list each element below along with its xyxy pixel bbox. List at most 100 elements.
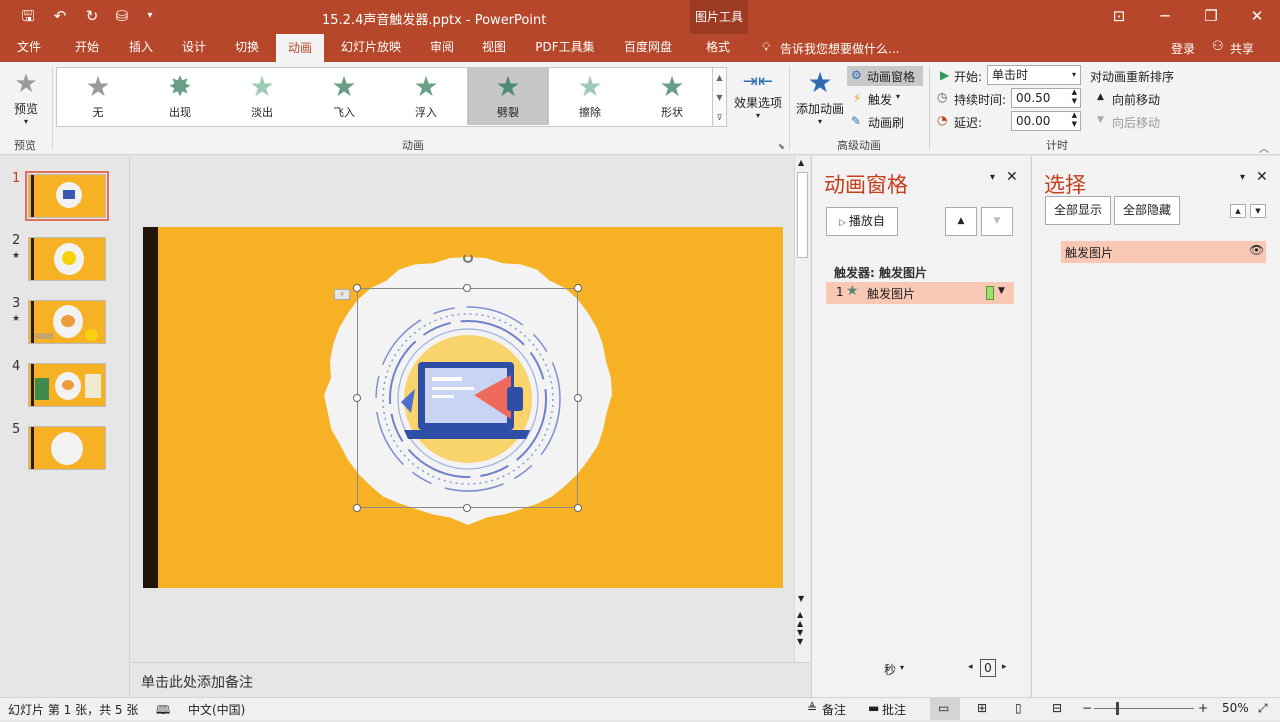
start-from-beginning-icon[interactable]: ⛁: [112, 6, 132, 26]
resize-handle[interactable]: [353, 284, 361, 292]
slideshow-icon[interactable]: ⊟: [1052, 701, 1062, 715]
preview-button[interactable]: ★ 预览 ▾: [6, 68, 46, 130]
dialog-launcher-icon[interactable]: ⬊: [778, 142, 785, 151]
tab-baidu-netdisk[interactable]: 百度网盘: [616, 34, 680, 62]
slide-thumbnail-5[interactable]: [28, 426, 106, 470]
move-down-button[interactable]: ▼: [981, 207, 1013, 236]
resize-handle[interactable]: [353, 394, 361, 402]
pane-options-icon[interactable]: ▾: [1240, 172, 1245, 183]
save-icon[interactable]: 🖫: [18, 6, 38, 26]
bring-forward-button[interactable]: ▲: [1230, 204, 1246, 218]
anim-shape[interactable]: ★ 形状: [631, 68, 713, 125]
zoom-level[interactable]: 50%: [1222, 701, 1249, 715]
tab-pdf-tools[interactable]: PDF工具集: [530, 34, 600, 62]
anim-fly-in[interactable]: ★ 飞入: [303, 68, 385, 125]
anim-appear[interactable]: ✸ 出现: [139, 68, 221, 125]
move-later-button[interactable]: 向后移动: [1112, 114, 1160, 131]
selection-item[interactable]: 触发图片 👁︎: [1061, 241, 1266, 263]
pane-options-icon[interactable]: ▾: [990, 172, 995, 183]
tab-file[interactable]: 文件: [6, 34, 52, 62]
reading-view-icon[interactable]: ▯: [1015, 701, 1022, 715]
trigger-tag-icon[interactable]: ⚡: [334, 289, 350, 300]
comments-toggle[interactable]: 批注: [882, 701, 906, 718]
restore-button[interactable]: ❐: [1188, 0, 1234, 32]
tab-view[interactable]: 视图: [472, 34, 516, 62]
vertical-scrollbar[interactable]: ▲ ▼ ▲ ▲ ▼ ▼: [794, 156, 810, 662]
spin-arrows-icon[interactable]: ▲ ▼: [1072, 111, 1077, 129]
share-button[interactable]: 共享: [1230, 40, 1254, 57]
collapse-ribbon-icon[interactable]: ︿: [1259, 140, 1269, 155]
anim-split[interactable]: ★ 劈裂: [467, 68, 549, 125]
send-backward-button[interactable]: ▼: [1250, 204, 1266, 218]
effect-options-button[interactable]: ⇥⇤ 效果选项 ▾: [732, 70, 784, 130]
resize-handle[interactable]: [463, 284, 471, 292]
tab-slideshow[interactable]: 幻灯片放映: [334, 34, 408, 62]
spellcheck-icon[interactable]: 🕮︎: [156, 701, 170, 722]
zoom-out-icon[interactable]: −: [1082, 701, 1092, 715]
slide-thumbnail-2[interactable]: [28, 237, 106, 281]
close-icon[interactable]: ✕: [1006, 169, 1018, 185]
redo-icon[interactable]: ↻: [82, 6, 102, 26]
tab-review[interactable]: 审阅: [420, 34, 464, 62]
resize-handle[interactable]: [574, 394, 582, 402]
zoom-thumb[interactable]: [1116, 702, 1119, 715]
ribbon-display-options-icon[interactable]: ⊡: [1096, 0, 1142, 32]
resize-handle[interactable]: [574, 504, 582, 512]
slide-thumbnail-1[interactable]: [25, 171, 109, 221]
item-menu-icon[interactable]: ▼: [998, 286, 1005, 296]
tab-design[interactable]: 设计: [171, 34, 217, 62]
spin-arrows-icon[interactable]: ▲ ▼: [1072, 88, 1077, 106]
start-dropdown[interactable]: 单击时 ▾: [987, 65, 1081, 85]
seconds-dropdown[interactable]: 秒: [884, 661, 896, 678]
show-all-button[interactable]: 全部显示: [1045, 196, 1111, 225]
anim-float-in[interactable]: ★ 浮入: [385, 68, 467, 125]
slide-thumbnail-3[interactable]: [28, 300, 106, 344]
gallery-scroll[interactable]: ▲ ▼ ⊽: [713, 67, 727, 127]
timeline-left-icon[interactable]: ◂: [968, 662, 973, 672]
slide-thumbnail-4[interactable]: [28, 363, 106, 407]
zoom-slider[interactable]: [1094, 708, 1194, 709]
duration-input[interactable]: 00.50 ▲ ▼: [1011, 88, 1081, 108]
tab-transitions[interactable]: 切换: [224, 34, 270, 62]
anim-wipe[interactable]: ★ 擦除: [549, 68, 631, 125]
rotate-handle-icon[interactable]: [463, 253, 473, 263]
tab-animations[interactable]: 动画: [276, 34, 324, 62]
minimize-button[interactable]: ─: [1142, 0, 1188, 32]
slide-canvas[interactable]: ⚡: [143, 227, 783, 588]
tab-home[interactable]: 开始: [64, 34, 110, 62]
undo-icon[interactable]: ↶: [50, 6, 70, 26]
scroll-up-icon[interactable]: ▲: [798, 158, 804, 167]
language-indicator[interactable]: 中文(中国): [188, 701, 245, 718]
anim-none[interactable]: ★ 无: [57, 68, 139, 125]
anim-fade[interactable]: ★ 淡出: [221, 68, 303, 125]
fit-to-window-icon[interactable]: ⤢: [1258, 701, 1268, 716]
login-link[interactable]: 登录: [1171, 40, 1195, 57]
scroll-down-icon[interactable]: ▼: [798, 594, 804, 603]
close-button[interactable]: ✕: [1234, 0, 1280, 32]
zoom-in-icon[interactable]: +: [1198, 701, 1208, 715]
scroll-thumb[interactable]: [797, 172, 808, 258]
trigger-button[interactable]: 触发: [868, 91, 892, 108]
move-up-button[interactable]: ▲: [945, 207, 977, 236]
next-slide-icon[interactable]: ▼ ▼: [797, 628, 803, 646]
resize-handle[interactable]: [574, 284, 582, 292]
move-earlier-button[interactable]: 向前移动: [1112, 91, 1160, 108]
animation-item[interactable]: 1 ★ 触发图片 ▼: [826, 282, 1014, 304]
hide-all-button[interactable]: 全部隐藏: [1114, 196, 1180, 225]
close-icon[interactable]: ✕: [1256, 169, 1268, 185]
notes-toggle[interactable]: 备注: [822, 701, 846, 718]
resize-handle[interactable]: [353, 504, 361, 512]
customize-qat-icon[interactable]: ▾: [140, 6, 160, 26]
timeline-right-icon[interactable]: ▸: [1002, 662, 1007, 672]
tab-format[interactable]: 格式: [694, 34, 742, 62]
slide-sorter-icon[interactable]: ⊞: [977, 701, 987, 715]
add-animation-button[interactable]: ★ 添加动画 ▾: [794, 66, 846, 130]
delay-input[interactable]: 00.00 ▲ ▼: [1011, 111, 1081, 131]
animation-painter-button[interactable]: 动画刷: [868, 114, 904, 131]
notes-pane[interactable]: 单击此处添加备注: [131, 662, 810, 697]
tab-insert[interactable]: 插入: [118, 34, 164, 62]
play-from-button[interactable]: ▷ 播放自: [826, 207, 898, 236]
resize-handle[interactable]: [463, 504, 471, 512]
tell-me-box[interactable]: 告诉我您想要做什么...: [780, 40, 899, 57]
previous-slide-icon[interactable]: ▲ ▲: [797, 610, 803, 628]
